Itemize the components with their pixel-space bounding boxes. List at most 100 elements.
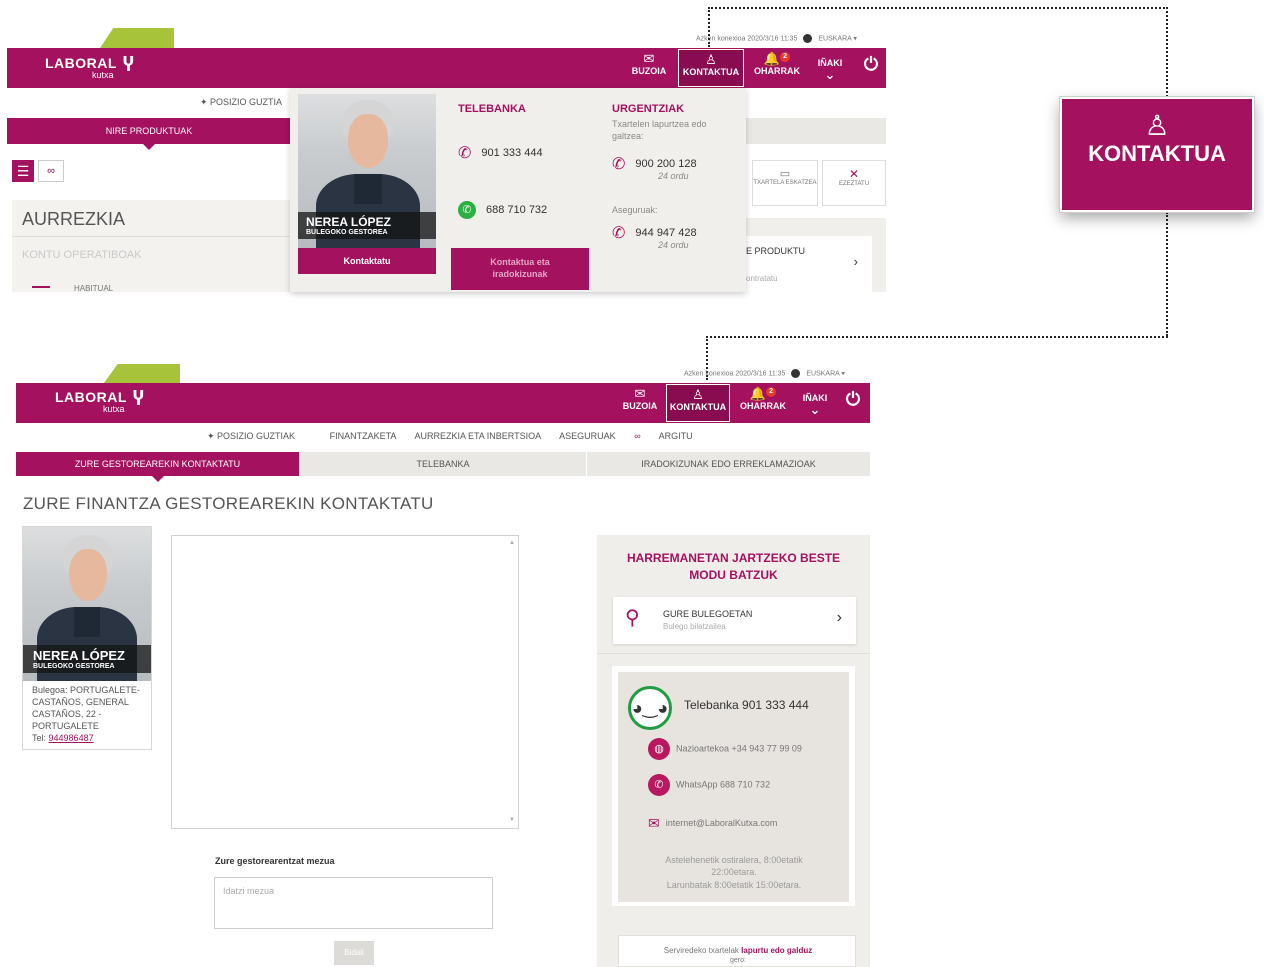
nav-argitu[interactable]: ∞ ARGITU — [634, 431, 708, 441]
manager-photo: NEREA LÓPEZ BULEGOKO GESTOREA — [23, 527, 151, 681]
urgent-title: URGENTZIAK — [612, 103, 685, 115]
nav-home-label: POSIZIO GUZTIA — [210, 97, 283, 107]
power-icon[interactable]: ⏻ — [858, 54, 884, 84]
message-input[interactable]: Idatzi mezua — [214, 877, 493, 929]
account-icon — [32, 286, 50, 291]
manager-caption: NEREA LÓPEZ BULEGOKO GESTOREA — [23, 645, 151, 673]
chevron-right-icon: › — [853, 254, 858, 269]
urgent-hours: 24 ordu — [658, 171, 689, 181]
contact-manager-button[interactable]: Kontaktatu — [298, 248, 436, 274]
tel-label: Tel: — [32, 733, 47, 743]
tab-contact-manager[interactable]: ZURE GESTOREAREKIN KONTAKTATU — [16, 452, 299, 482]
list-view-icon[interactable]: ☰ — [12, 160, 34, 182]
nav-home[interactable]: ✦ POSIZIO GUZTIAK — [207, 431, 311, 441]
contact-button[interactable]: ♙ KONTAKTUA — [666, 384, 730, 422]
mailbox-button[interactable]: ✉ BUZOIA — [620, 387, 660, 421]
logo[interactable]: LABORAL — [45, 55, 117, 71]
manager-role: BULEGOKO GESTOREA — [33, 663, 115, 670]
international-phone[interactable]: ◍ Nazioartekoa +34 943 77 99 09 — [648, 738, 802, 760]
notice-badge: 2 — [780, 52, 791, 62]
language-selector[interactable]: EUSKARA — [806, 370, 839, 377]
cancel-card-label: EZEZTATU — [838, 181, 870, 187]
logo-sub: kutxa — [103, 404, 125, 414]
notices-button[interactable]: 🔔 2 OHARRAK — [750, 52, 804, 86]
nav-insurance[interactable]: ASEGURUAK — [559, 431, 616, 441]
globe-icon: ◍ — [648, 738, 670, 760]
tab-telebanka[interactable]: TELEBANKA — [301, 452, 585, 476]
insurance-hours: 24 ordu — [658, 240, 689, 250]
connector-top-right — [1166, 7, 1168, 97]
contact-button[interactable]: ♙ KONTAKTUA — [678, 49, 744, 87]
lost-card-note-b: lapurtu edo galduz — [741, 946, 813, 955]
logo-green-tab — [104, 364, 180, 383]
nav-home[interactable]: ✦ POSIZIO GUZTIA — [200, 97, 298, 107]
suggestions-button[interactable]: Kontaktua eta iradokizunak — [451, 248, 589, 290]
contract-product-card[interactable]: E PRODUKTU ontratatu › — [746, 236, 872, 292]
mail-icon: ✉ — [648, 815, 660, 831]
scroll-down-icon[interactable]: ▼ — [509, 817, 515, 823]
hours-saturday: Larunbatak 8:00etatik 15:00etara. — [666, 880, 802, 890]
glasses-view-icon[interactable]: ∞ — [38, 160, 64, 182]
mail-icon: ✉ — [643, 51, 655, 66]
page-title: ZURE FINANTZA GESTOREAREKIN KONTAKTATU — [23, 494, 434, 513]
lost-card-note: Serviredeko txartelak lapurtu edo galduz — [619, 946, 857, 955]
international-phone-text: Nazioartekoa +34 943 77 99 09 — [676, 743, 802, 754]
tab-suggestions[interactable]: IRADOKIZUNAK EDO ERREKLAMAZIOAK — [587, 452, 870, 476]
lost-card-box: Serviredeko txartelak lapurtu edo galduz… — [618, 935, 856, 967]
logo-mark-icon: Ⴤ — [133, 389, 144, 409]
x-icon: ✕ — [848, 167, 860, 181]
phone-icon: ✆ — [612, 225, 626, 242]
nav-savings[interactable]: AURREZKIA ETA INBERTSIOA — [414, 431, 541, 441]
manager-address: Bulegoa: PORTUGALETE- CASTAÑOS, GENERAL … — [32, 684, 150, 744]
panel-divider — [597, 653, 870, 654]
telebanka-phone[interactable]: ✆ 901 333 444 — [458, 143, 543, 163]
manager-photo: NEREA LÓPEZ BULEGOKO GESTOREA — [298, 94, 436, 248]
card-request-button[interactable]: ▭ TXARTELA ESKATZEA — [752, 160, 818, 206]
top-last-connection: Azken konexioa 2020/3/16 11:35 EUSKARA ▾ — [696, 34, 857, 43]
tab-telebanka-label: TELEBANKA — [416, 459, 470, 469]
notices-label: OHARRAK — [754, 66, 800, 76]
manager-name: NEREA LÓPEZ — [306, 215, 391, 229]
divider — [12, 236, 290, 237]
bottom-last-connection: Azken konexioa 2020/3/16 11:35 EUSKARA ▾ — [684, 369, 845, 378]
logo[interactable]: LABORAL — [55, 389, 127, 405]
whatsapp-text: WhatsApp 688 710 732 — [676, 779, 771, 790]
tab-my-products[interactable]: NIRE PRODUKTUAK — [7, 118, 291, 150]
telebanka-title: Telebanka 901 333 444 — [684, 698, 809, 712]
logo-green-tab — [100, 28, 174, 48]
message-label: Zure gestorearentzat mezua — [215, 856, 335, 866]
email-text: internet@LaboralKutxa.com — [665, 817, 778, 828]
mailbox-button[interactable]: ✉ BUZOIA — [628, 52, 670, 86]
contract-card-title: E PRODUKTU — [746, 246, 806, 256]
connector-bottom — [706, 336, 1168, 338]
notices-button[interactable]: 🔔 2 OHARRAK — [736, 387, 790, 421]
last-connection-text: Azken konexioa 2020/3/16 11:35 — [696, 35, 798, 43]
email-contact[interactable]: ✉ internet@LaboralKutxa.com — [648, 815, 777, 832]
office-finder-card[interactable]: ⚲ GURE BULEGOETAN Bulego bilatzailea › — [613, 597, 856, 644]
user-menu[interactable]: IÑAKI ⌄ — [798, 393, 832, 421]
language-selector[interactable]: EUSKARA — [818, 35, 851, 42]
cancel-card-button[interactable]: ✕ EZEZTATU — [822, 160, 886, 206]
mail-icon: ✉ — [634, 386, 646, 401]
bell-icon: 🔔 2 — [736, 387, 790, 401]
tel-link[interactable]: 944986487 — [49, 733, 94, 743]
manager-role: BULEGOKO GESTOREA — [306, 229, 388, 236]
message-history-area[interactable] — [171, 535, 519, 829]
nav-financing[interactable]: FINANTZAKETA — [330, 431, 397, 441]
whatsapp-contact[interactable]: ✆ WhatsApp 688 710 732 — [648, 774, 770, 796]
contact-icon: ♙ — [1144, 110, 1170, 141]
account-row-label: HABITUAL — [74, 284, 114, 293]
tab-my-products-label: NIRE PRODUKTUAK — [105, 126, 193, 136]
glasses-icon: ∞ — [634, 431, 641, 441]
power-icon[interactable]: ⏻ — [840, 389, 866, 419]
address-line: CASTAÑOS, GENERAL — [32, 697, 129, 707]
connector-bottom-right — [1166, 212, 1168, 336]
send-button[interactable]: Bidali — [334, 941, 374, 965]
user-menu[interactable]: IÑAKI ⌄ — [812, 58, 848, 86]
contact-icon: ♙ — [705, 52, 717, 67]
whatsapp-phone[interactable]: ✆ 688 710 732 — [458, 201, 547, 219]
manager-name: NEREA LÓPEZ — [33, 648, 125, 663]
scroll-up-icon[interactable]: ▲ — [509, 540, 515, 546]
lost-card-note-c: gero: — [730, 957, 746, 964]
address-line: CASTAÑOS, 22 - — [32, 709, 102, 719]
